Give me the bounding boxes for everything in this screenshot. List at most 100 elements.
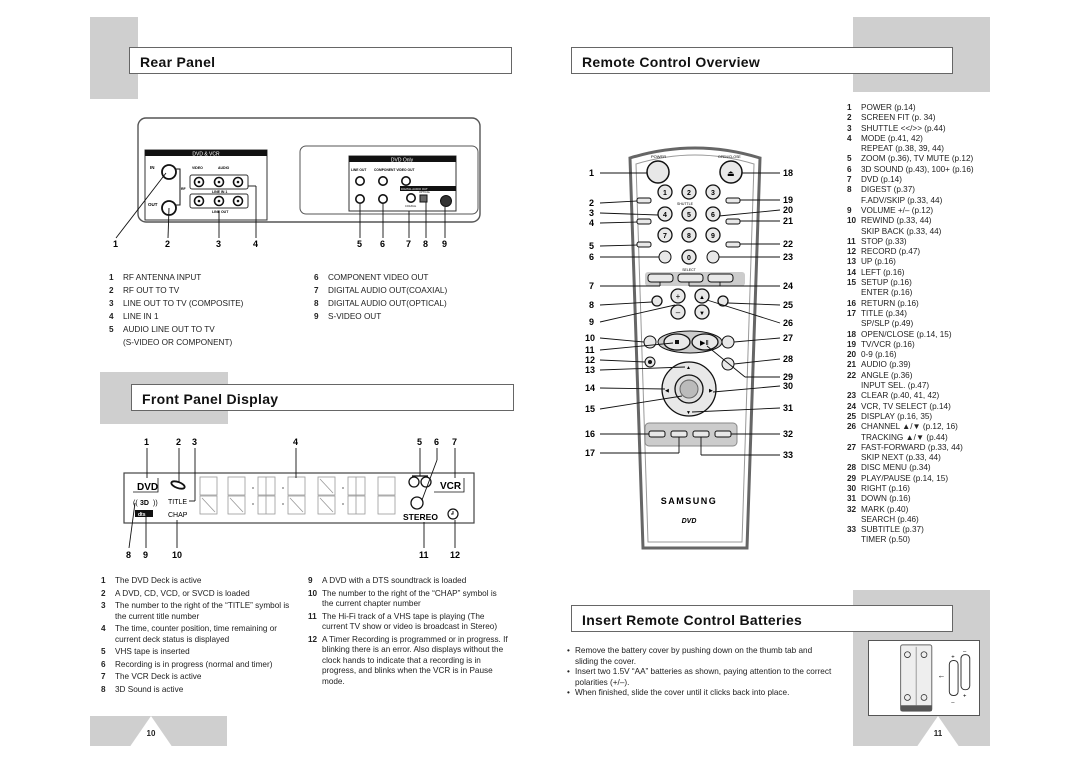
- item-text: SHUTTLE <</>> (p.44): [861, 123, 946, 133]
- list-item: 1 RF ANTENNA INPUT: [109, 271, 299, 284]
- item-text: SETUP (p.16): [861, 278, 912, 288]
- mark-button[interactable]: [714, 430, 732, 438]
- bullet-item: Insert two 1.5V “AA” batteries as shown,…: [567, 667, 837, 688]
- digest-button[interactable]: [651, 295, 663, 307]
- svg-text:+: +: [676, 292, 681, 301]
- screen-fit-button[interactable]: [636, 197, 652, 204]
- title-indicator: TITLE: [168, 499, 187, 506]
- 100plus-button[interactable]: [658, 250, 672, 264]
- fp-callout-12: 12: [450, 550, 460, 560]
- batteries-title: Insert Remote Control Batteries: [571, 605, 953, 632]
- digit-9-button[interactable]: 9: [711, 233, 715, 240]
- rc-callout-6: 6: [589, 252, 594, 262]
- item-number: [847, 196, 861, 206]
- list-item: TRACKING ▲/▼ (p.44): [847, 433, 987, 443]
- power-button[interactable]: [646, 160, 670, 184]
- list-item: 26 CHANNEL ▲/▼ (p.12, 16): [847, 422, 987, 432]
- subtitle-button[interactable]: [692, 430, 710, 438]
- list-item: INPUT SEL. (p.47): [847, 381, 987, 391]
- digit-7-button[interactable]: 7: [663, 233, 667, 240]
- digit-3-button[interactable]: 3: [711, 190, 715, 197]
- list-item: 5 ZOOM (p.36), TV MUTE (p.12): [847, 154, 987, 164]
- list-item: 8 DIGITAL AUDIO OUT(OPTICAL): [314, 297, 504, 310]
- item-number: 9: [308, 576, 313, 585]
- item-text: TITLE (p.34): [861, 308, 907, 318]
- list-item: 19 TV/VCR (p.16): [847, 340, 987, 350]
- digit-0-button[interactable]: 0: [687, 255, 691, 262]
- item-number: 3: [109, 299, 114, 308]
- display-button[interactable]: [717, 295, 729, 307]
- item-text: RF ANTENNA INPUT: [123, 273, 202, 282]
- item-number: 1: [109, 273, 114, 282]
- svg-text:▲: ▲: [686, 365, 691, 371]
- list-item: 12 A Timer Recording is programmed or in …: [308, 635, 508, 688]
- digit-2-button[interactable]: 2: [687, 190, 691, 197]
- callout-7: 7: [406, 239, 411, 249]
- item-text: MODE (p.41, 42): [861, 133, 923, 143]
- item-text: INPUT SEL. (p.47): [861, 381, 930, 391]
- item-text: A Timer Recording is programmed or in pr…: [322, 634, 508, 686]
- item-text: The number to the right of the “CHAP” sy…: [322, 588, 497, 609]
- rc-callout-26: 26: [783, 318, 793, 328]
- item-text: REPEAT (p.38, 39, 44): [861, 144, 944, 154]
- return-button[interactable]: [648, 430, 666, 438]
- digit-5-button[interactable]: 5: [687, 212, 691, 219]
- digit-1-button[interactable]: 1: [663, 190, 667, 197]
- fp-callout-8: 8: [126, 550, 131, 560]
- component-label: COMPONENT VIDEO OUT: [374, 168, 414, 172]
- item-number: 12: [847, 247, 857, 257]
- list-item: 11 The Hi-Fi track of a VHS tape is playi…: [308, 612, 508, 633]
- remote-control-diagram: POWER OPEN/CLOSE ⏏ 1 2 3 4 5 6 7 8 9 0 S…: [585, 146, 793, 550]
- fast-forward-button[interactable]: [721, 335, 735, 349]
- rc-callout-22: 22: [783, 239, 793, 249]
- rc-callout-11: 11: [585, 345, 595, 355]
- rc-callout-30: 30: [783, 381, 793, 391]
- item-number: 6: [101, 659, 106, 669]
- tv-select-button[interactable]: [707, 273, 734, 283]
- digit-6-button[interactable]: 6: [711, 212, 715, 219]
- angle-button[interactable]: [725, 241, 741, 248]
- digit-4-button[interactable]: 4: [663, 212, 667, 219]
- rc-callout-7: 7: [589, 281, 594, 291]
- select-label: SELECT: [682, 268, 696, 272]
- title-button[interactable]: [670, 430, 688, 438]
- remote-button-list: 1 POWER (p.14) 2 SCREEN FIT (p. 34) 3 SHUTTLE…: [847, 103, 987, 546]
- 3d-sound-indicator: 3D: [140, 500, 149, 507]
- item-text: SP/SLP (p.49): [861, 319, 914, 329]
- mode-repeat-button[interactable]: [636, 218, 652, 225]
- clear-button[interactable]: [706, 250, 720, 264]
- callout-9: 9: [442, 239, 447, 249]
- rc-callout-10: 10: [585, 333, 595, 343]
- callout-8: 8: [423, 239, 428, 249]
- front-panel-display-diagram: DVD 3D (()) dts TITLE CHAP VCR STEREO 1 …: [123, 437, 475, 560]
- tv-vcr-button[interactable]: [725, 197, 741, 204]
- digit-8-button[interactable]: 8: [687, 233, 691, 240]
- item-text: ENTER (p.16): [861, 288, 913, 298]
- item-number: 20: [847, 350, 857, 360]
- item-number: [847, 319, 861, 329]
- dvd-select-button[interactable]: [647, 273, 674, 283]
- item-text: AUDIO (p.39): [861, 360, 911, 370]
- fp-callout-4: 4: [293, 437, 298, 447]
- list-item: 10 REWIND (p.33, 44): [847, 216, 987, 226]
- item-text: CLEAR (p.40, 41, 42): [861, 391, 940, 401]
- list-item: 2 RF OUT TO TV: [109, 284, 299, 297]
- item-number: 14: [847, 267, 857, 277]
- in-label: IN: [150, 165, 155, 170]
- audio-button[interactable]: [725, 218, 741, 225]
- item-text: SEARCH (p.46): [861, 514, 919, 524]
- item-number: 16: [847, 298, 857, 308]
- svideo-port: [440, 195, 452, 207]
- list-item: 6 3D SOUND (p.43), 100+ (p.16): [847, 165, 987, 175]
- item-number: 2: [101, 588, 106, 598]
- callout-5: 5: [357, 239, 362, 249]
- rc-callout-1: 1: [589, 168, 594, 178]
- fp-callout-6: 6: [434, 437, 439, 447]
- list-item: 23 CLEAR (p.40, 41, 42): [847, 391, 987, 401]
- item-number: 9: [847, 205, 852, 215]
- list-item: 5 VHS tape is inserted: [101, 647, 301, 658]
- zoom-button[interactable]: [636, 241, 652, 248]
- rewind-button[interactable]: [643, 335, 657, 349]
- vcr-select-button[interactable]: [677, 273, 704, 283]
- stereo-indicator: STEREO: [403, 512, 438, 522]
